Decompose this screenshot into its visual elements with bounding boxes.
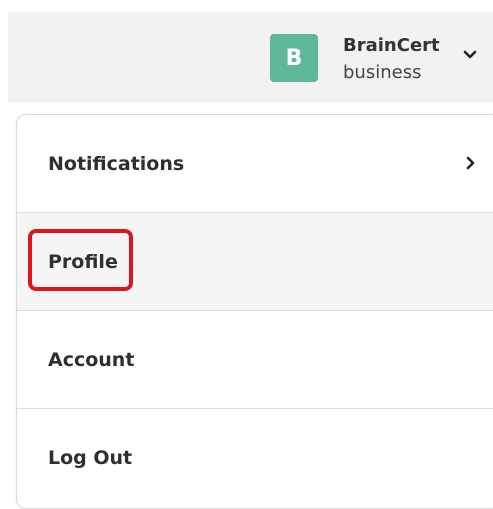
menu-item-account[interactable]: Account bbox=[17, 311, 493, 408]
menu-item-notifications[interactable]: Notifications bbox=[17, 115, 493, 212]
account-avatar[interactable]: B bbox=[270, 34, 318, 82]
top-bar bbox=[8, 12, 493, 102]
menu-item-logout[interactable]: Log Out bbox=[17, 409, 493, 506]
avatar-letter: B bbox=[285, 45, 303, 71]
chevron-right-icon bbox=[466, 156, 475, 170]
menu-item-label: Account bbox=[48, 348, 135, 371]
menu-item-label: Notifications bbox=[48, 152, 185, 175]
chevron-down-icon[interactable] bbox=[462, 49, 478, 61]
menu-item-label: Log Out bbox=[48, 446, 133, 469]
menu-item-label: Profile bbox=[48, 250, 118, 273]
menu-item-profile[interactable]: Profile bbox=[17, 213, 493, 310]
account-type: business bbox=[343, 62, 422, 83]
account-dropdown-menu: Notifications Profile Account Log Out bbox=[16, 114, 493, 509]
account-name[interactable]: BrainCert bbox=[343, 35, 440, 56]
